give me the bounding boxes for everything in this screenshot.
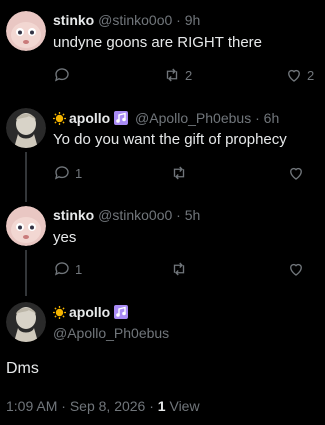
separator: · xyxy=(149,398,154,414)
display-name[interactable]: stinko xyxy=(53,207,94,223)
tweet-header: apollo @Apollo_Ph0ebus · 6h xyxy=(53,109,317,127)
retweet-button[interactable]: 2 xyxy=(163,65,192,85)
heart-icon xyxy=(290,263,302,276)
separator: · xyxy=(176,207,181,223)
separator: · xyxy=(61,398,66,414)
heart-icon xyxy=(290,167,302,180)
display-name[interactable]: stinko xyxy=(53,12,94,28)
sun-icon xyxy=(53,111,66,127)
like-button[interactable] xyxy=(287,163,305,183)
reply-button[interactable]: 1 xyxy=(53,163,82,183)
reply-icon xyxy=(54,166,69,180)
apollo-avatar[interactable] xyxy=(6,108,46,148)
reply-count: 1 xyxy=(75,165,83,181)
retweet-count: 2 xyxy=(185,67,193,83)
tweet-1[interactable]: stinko @stinko0o0 · 9h undyne goons are … xyxy=(0,0,325,100)
main-tweet-text: Dms xyxy=(6,360,39,377)
handle[interactable]: @Apollo_Ph0ebus xyxy=(53,324,169,343)
retweet-button[interactable] xyxy=(170,259,188,279)
retweet-icon xyxy=(173,166,185,180)
like-count: 2 xyxy=(307,67,315,83)
view-label: View xyxy=(169,398,200,414)
action-bar: 1 xyxy=(53,163,317,183)
stinko-avatar[interactable] xyxy=(6,11,46,51)
timestamp[interactable]: 5h xyxy=(185,207,201,223)
display-name[interactable]: apollo xyxy=(69,110,110,126)
handle[interactable]: @stinko0o0 xyxy=(98,12,172,28)
music-note-icon xyxy=(114,305,129,324)
retweet-icon xyxy=(173,262,185,276)
reply-button[interactable] xyxy=(53,65,71,85)
tweet-text: Yo do you want the gift of prophecy xyxy=(53,131,287,148)
handle[interactable]: @stinko0o0 xyxy=(98,207,172,223)
reply-icon xyxy=(54,68,69,82)
handle[interactable]: @Apollo_Ph0ebus xyxy=(135,110,251,126)
like-button[interactable]: 2 xyxy=(285,65,314,85)
apollo-avatar[interactable] xyxy=(6,302,46,342)
tweet-meta: 1:09 AM · Sep 8, 2026 · 1 View xyxy=(6,398,200,414)
tweet-header: stinko @stinko0o0 · 5h xyxy=(53,206,317,224)
tweet-header: stinko @stinko0o0 · 9h xyxy=(53,11,317,29)
retweet-button[interactable] xyxy=(170,163,188,183)
reply-count: 1 xyxy=(75,261,83,277)
action-bar: 2 2 xyxy=(53,65,317,85)
sun-icon xyxy=(53,305,66,324)
tweet-text: undyne goons are RIGHT there xyxy=(53,34,263,51)
action-bar: 1 xyxy=(53,259,317,279)
view-count: 1 xyxy=(157,398,166,414)
post-time[interactable]: 1:09 AM xyxy=(6,398,57,414)
tweet-3[interactable]: stinko @stinko0o0 · 5h yes 1 xyxy=(0,196,325,296)
retweet-icon xyxy=(166,68,178,82)
music-note-icon xyxy=(114,111,129,127)
post-date[interactable]: Sep 8, 2026 xyxy=(70,398,146,414)
thread-connector xyxy=(25,152,27,202)
heart-icon xyxy=(288,69,300,82)
stinko-avatar[interactable] xyxy=(6,206,46,246)
like-button[interactable] xyxy=(287,259,305,279)
author-block: apollo @Apollo_Ph0ebus xyxy=(53,303,169,343)
tweet-2[interactable]: apollo @Apollo_Ph0ebus · 6h Yo do you wa… xyxy=(0,100,325,202)
display-name[interactable]: apollo xyxy=(69,304,110,320)
tweet-text: yes xyxy=(53,229,77,246)
reply-button[interactable]: 1 xyxy=(53,259,82,279)
main-tweet: apollo @Apollo_Ph0ebus Dms 1:09 AM · Sep… xyxy=(0,290,325,425)
reply-icon xyxy=(54,262,69,276)
separator: · xyxy=(255,110,260,126)
timestamp[interactable]: 6h xyxy=(264,110,280,126)
timestamp[interactable]: 9h xyxy=(185,12,201,28)
separator: · xyxy=(176,12,181,28)
